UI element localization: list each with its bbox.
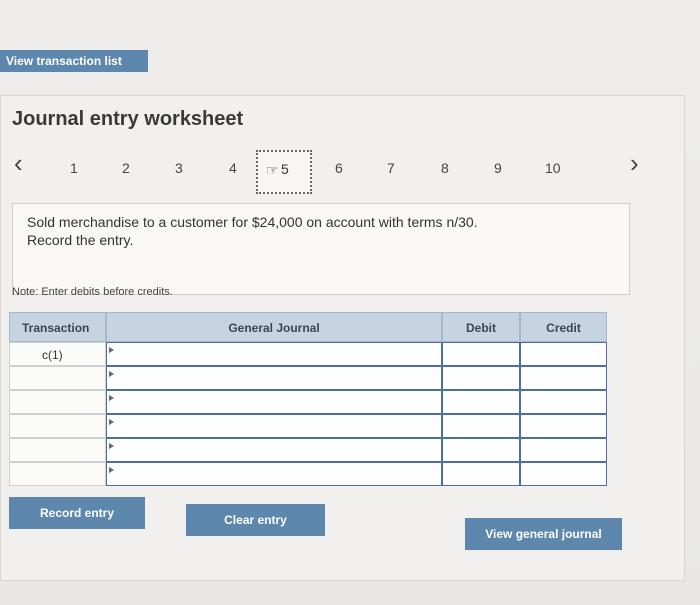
prev-step-icon[interactable]: ‹ — [14, 148, 23, 179]
step-4[interactable]: 4 — [229, 160, 237, 176]
step-10[interactable]: 10 — [545, 160, 561, 176]
table-row — [9, 414, 607, 438]
step-5: 5 — [281, 161, 289, 177]
credit-input[interactable] — [520, 414, 607, 438]
question-box: Sold merchandise to a customer for $24,0… — [12, 203, 630, 295]
step-1[interactable]: 1 — [70, 160, 78, 176]
step-8[interactable]: 8 — [441, 160, 449, 176]
transaction-cell: c(1) — [9, 342, 106, 366]
account-input[interactable] — [106, 462, 442, 486]
step-9[interactable]: 9 — [494, 160, 502, 176]
next-step-icon[interactable]: › — [630, 148, 639, 179]
hand-pointer-icon: ☞ — [266, 162, 279, 178]
account-input[interactable] — [106, 366, 442, 390]
credit-input[interactable] — [520, 390, 607, 414]
header-transaction: Transaction — [9, 312, 106, 342]
transaction-cell — [9, 366, 106, 390]
account-input[interactable] — [106, 390, 442, 414]
account-input[interactable] — [106, 342, 442, 366]
account-input[interactable] — [106, 438, 442, 462]
journal-table: Transaction General Journal Debit Credit… — [9, 312, 607, 500]
step-7[interactable]: 7 — [387, 160, 395, 176]
table-row — [9, 390, 607, 414]
table-row — [9, 438, 607, 462]
transaction-cell — [9, 414, 106, 438]
step-6[interactable]: 6 — [335, 160, 343, 176]
table-row: c(1) — [9, 342, 607, 366]
table-row — [9, 366, 607, 390]
credit-input[interactable] — [520, 342, 607, 366]
debit-input[interactable] — [442, 366, 520, 390]
dropdown-marker-icon — [109, 395, 114, 401]
note-text: Note: Enter debits before credits. — [12, 286, 173, 298]
dropdown-marker-icon — [109, 419, 114, 425]
debit-input[interactable] — [442, 462, 520, 486]
debit-input[interactable] — [442, 390, 520, 414]
credit-input[interactable] — [520, 438, 607, 462]
clear-entry-button[interactable]: Clear entry — [186, 504, 325, 536]
debit-input[interactable] — [442, 342, 520, 366]
table-row — [9, 462, 607, 486]
step-5-active[interactable]: ☞ 5 — [256, 150, 312, 194]
dropdown-marker-icon — [109, 347, 114, 353]
question-text: Sold merchandise to a customer for $24,0… — [27, 214, 478, 230]
credit-input[interactable] — [520, 366, 607, 390]
record-entry-button[interactable]: Record entry — [9, 497, 145, 529]
worksheet-title: Journal entry worksheet — [12, 108, 244, 130]
view-general-journal-button[interactable]: View general journal — [465, 518, 622, 550]
account-input[interactable] — [106, 414, 442, 438]
dropdown-marker-icon — [109, 443, 114, 449]
dropdown-marker-icon — [109, 467, 114, 473]
view-transaction-list-button[interactable]: View transaction list — [0, 50, 148, 72]
debit-input[interactable] — [442, 414, 520, 438]
dropdown-marker-icon — [109, 371, 114, 377]
page: View transaction list Journal entry work… — [0, 0, 700, 605]
debit-input[interactable] — [442, 438, 520, 462]
header-credit: Credit — [520, 312, 607, 342]
header-general-journal: General Journal — [106, 312, 442, 342]
transaction-cell — [9, 438, 106, 462]
step-2[interactable]: 2 — [122, 160, 130, 176]
transaction-cell — [9, 390, 106, 414]
transaction-cell — [9, 462, 106, 486]
step-3[interactable]: 3 — [175, 160, 183, 176]
question-instruction: Record the entry. — [27, 232, 134, 248]
credit-input[interactable] — [520, 462, 607, 486]
header-debit: Debit — [442, 312, 520, 342]
transaction-label: c(1) — [42, 348, 63, 362]
